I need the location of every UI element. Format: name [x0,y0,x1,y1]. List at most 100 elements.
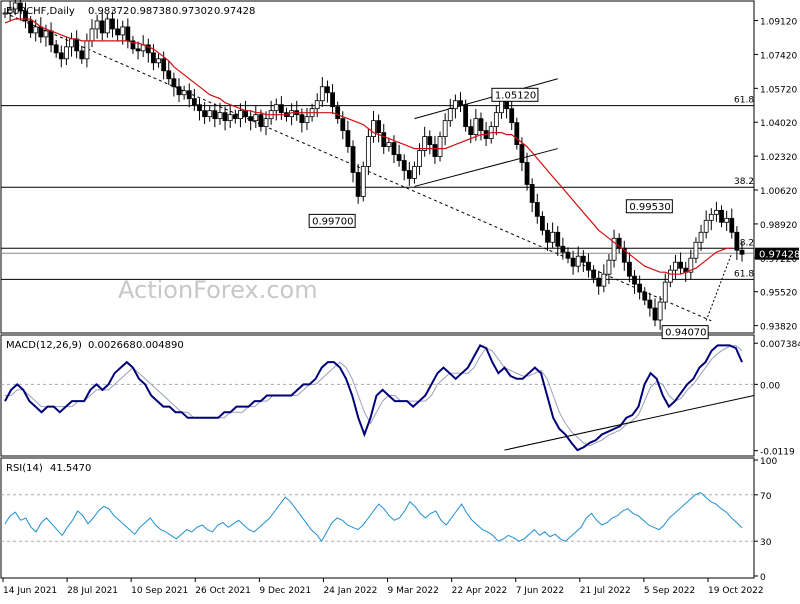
bar-body [437,136,443,157]
annotation-label: 1.05120 [495,90,536,101]
bar-body [550,231,556,243]
bar-body [125,26,131,42]
bar-body [703,219,709,233]
x-tick-label: 10 Sep 2021 [131,586,188,596]
bar-body [575,255,581,267]
current-price-tag: 0.97428 [755,247,800,261]
bar-body [58,52,64,60]
bar-body [48,30,54,46]
bar-body [227,114,233,122]
price-bar [360,161,366,202]
x-tick-label: 9 Dec 2021 [259,586,311,596]
bar-body [355,172,361,197]
ohlc-open: 0.98372 [88,6,129,17]
bar-body [104,18,110,34]
bar-body [478,118,484,132]
price-panel-frame [0,0,755,334]
x-tick-label: 7 Jun 2022 [516,586,564,596]
bar-body [191,98,197,106]
bar-body [545,229,550,243]
bar-body [273,104,279,112]
bar-body [156,58,161,64]
bar-body [396,154,402,161]
bar-body [719,209,724,223]
y-tick-label: 0.95520 [760,289,797,299]
bar-body [473,118,479,135]
bar-body [560,245,566,253]
x-tick-label: 26 Oct 2021 [195,586,251,596]
level-label: 61.8 [734,96,754,106]
bar-body [212,110,218,120]
bar-body [452,100,458,110]
bar-body [509,108,515,124]
y-tick-label: 1.02320 [760,153,797,163]
price-y-axis: 1.09120 1.07420 1.05720 1.04020 1.02320 1.006… [754,18,800,333]
bar-body [43,30,49,38]
bar-body [99,20,105,34]
x-axis: 14 Jun 2021 28 Jul 2021 10 Sep 2021 26 Oct … [2,578,764,596]
x-tick-label: 24 Jan 2022 [323,586,377,596]
bar-body [432,144,438,157]
bar-body [232,114,238,120]
annotation: 0.99530 [625,199,673,214]
bar-body [350,146,356,173]
bar-body [693,241,699,259]
bar-body [186,90,192,100]
bar-body [391,142,397,155]
macd-param-1: 0.002668 [88,340,136,351]
bar-body [586,261,591,271]
annotation-label: 0.99700 [312,216,353,227]
ohlc-high: 0.98738 [130,6,171,17]
bar-body [580,255,586,263]
y-tick-label: 1.04020 [760,119,797,129]
bar-body [406,170,412,179]
bar-body [360,166,366,197]
bar-body [135,48,141,52]
bar-body [493,112,499,128]
bar-body [647,299,653,309]
bar-body [657,301,663,321]
bar-body [325,86,330,94]
price-bar [514,117,520,150]
y-tick-label: 1.09120 [760,18,797,28]
bar-body [667,269,673,283]
bar-body [381,132,387,147]
bar-body [529,184,535,203]
bar-body [253,114,259,122]
level-label: 38.2 [734,177,754,187]
rsi-y-tick-label: 30 [760,538,772,548]
bar-body [386,142,392,147]
bar-body [708,213,714,221]
bar-body [79,50,85,60]
bar-body [238,110,243,120]
bar-body [447,108,453,122]
bar-body [151,52,156,64]
ohlc-low: 0.97302 [172,6,213,17]
bar-body [376,120,382,134]
bar-body [166,70,172,80]
bar-body [258,114,264,128]
bar-body [330,92,335,108]
bar-body [197,104,202,112]
macd-y-tick-label: 0.007384 [760,340,800,350]
bar-body [632,275,637,285]
bar-body [319,86,325,102]
bar-body [64,46,69,60]
x-tick-label: 21 Jul 2022 [580,586,631,596]
chart-canvas: ActionForex.com 61.838.238.261.8 1.05120… [0,0,800,596]
y-tick-label: 1.07420 [760,51,797,61]
bar-body [222,112,228,122]
bar-body [161,58,167,72]
bar-body [176,86,182,96]
bar-body [468,126,474,135]
bar-body [714,209,719,215]
annotation-label: 0.94070 [665,328,706,339]
rsi-y-tick-label: 70 [760,492,772,502]
bar-body [202,110,208,118]
watermark: ActionForex.com [118,276,318,304]
bar-body [627,261,632,277]
bar-body [345,130,351,147]
bar-body [539,215,545,231]
bar-body [729,217,735,233]
y-tick-label: 1.00620 [760,187,797,197]
